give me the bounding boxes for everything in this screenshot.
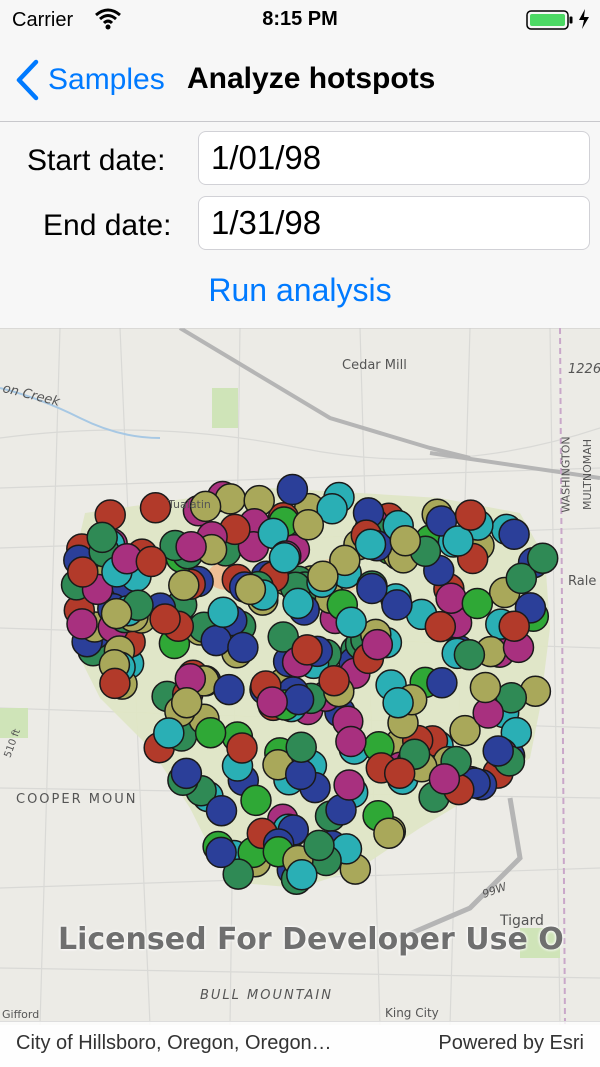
incident-point — [373, 817, 405, 849]
incident-point — [389, 525, 422, 557]
incident-point — [335, 725, 367, 758]
navigation-bar: Samples Analyze hotspots — [0, 40, 600, 122]
map-label-rale: Rale — [568, 574, 597, 589]
incident-point — [86, 521, 118, 554]
charging-icon — [578, 9, 590, 34]
incident-point — [227, 631, 259, 664]
incident-point — [469, 671, 502, 704]
incident-point — [170, 757, 203, 790]
incident-point — [256, 686, 288, 718]
incident-point — [435, 582, 467, 614]
map-label-tualatin: Tualatin — [168, 498, 211, 511]
incident-point — [282, 587, 314, 620]
battery-icon — [526, 10, 574, 35]
incident-point — [99, 667, 131, 700]
incident-point — [168, 569, 200, 602]
incident-point — [67, 556, 99, 588]
date-range-form: Start date: End date: Run analysis — [0, 122, 600, 328]
incident-point — [356, 572, 388, 605]
map-view[interactable]: Cedar Mill on Creek Tualatin WASHINGTON … — [0, 328, 600, 1025]
incident-point — [286, 859, 318, 891]
incident-point — [454, 499, 487, 531]
incident-point — [526, 542, 559, 574]
incident-point — [100, 597, 133, 630]
incident-point — [424, 610, 457, 643]
incident-point — [175, 531, 207, 563]
back-button[interactable]: Samples — [14, 58, 165, 102]
incident-point — [139, 492, 172, 524]
incident-point — [284, 758, 317, 791]
map-attribution[interactable]: City of Hillsboro, Oregon, Oregon… — [16, 1032, 332, 1055]
incident-point — [194, 716, 227, 749]
start-date-label: Start date: — [27, 144, 166, 177]
incident-point — [361, 628, 394, 661]
map-label-washington: WASHINGTON — [559, 436, 573, 513]
incident-point — [292, 509, 325, 541]
incident-point — [382, 686, 414, 719]
map-label-cooper-mountain: COOPER MOUN — [16, 792, 138, 807]
incident-point — [285, 731, 317, 763]
incident-point — [335, 606, 367, 639]
incident-point — [149, 603, 181, 635]
incident-point — [318, 664, 350, 697]
incident-point — [333, 769, 365, 801]
incident-point — [213, 673, 245, 706]
status-bar: Carrier 8:15 PM — [0, 0, 600, 40]
incident-point — [383, 757, 416, 790]
map-label-gifford: Gifford — [2, 1008, 40, 1021]
incident-point — [291, 634, 323, 666]
back-button-label: Samples — [48, 63, 165, 96]
map-label-multnomah: MULTNOMAH — [581, 438, 595, 511]
incident-point — [66, 608, 98, 640]
incident-point — [428, 763, 461, 795]
incident-point — [200, 624, 232, 657]
developer-watermark: Licensed For Developer Use O — [58, 922, 564, 957]
incident-point — [240, 784, 272, 817]
run-analysis-button[interactable]: Run analysis — [0, 272, 600, 309]
incident-point — [135, 545, 168, 578]
incident-point — [354, 528, 387, 561]
chevron-left-icon — [16, 59, 39, 101]
incident-point — [226, 732, 258, 764]
incident-point — [498, 610, 530, 642]
incident-point — [426, 667, 458, 699]
incident-point — [205, 836, 237, 869]
incident-point — [303, 829, 335, 862]
page-title: Analyze hotspots — [187, 62, 436, 95]
map-label-bull-mountain: BULL MOUNTAIN — [200, 988, 333, 1003]
incident-point — [207, 596, 239, 629]
incident-point — [205, 794, 238, 827]
incident-point — [498, 518, 530, 551]
powered-by-esri: Powered by Esri — [438, 1032, 584, 1054]
map-label-king-city: King City — [385, 1006, 439, 1020]
map-label-cedar-mill: Cedar Mill — [342, 358, 407, 373]
incident-point — [170, 686, 203, 719]
start-date-field[interactable] — [198, 131, 590, 185]
end-date-label: End date: — [43, 209, 172, 242]
map-label-1226: 1226 — [568, 362, 600, 377]
incident-point — [234, 573, 267, 606]
incident-point — [268, 542, 301, 574]
attribution-bar: City of Hillsboro, Oregon, Oregon… Power… — [0, 1021, 600, 1067]
incident-point — [276, 473, 309, 506]
end-date-field[interactable] — [198, 196, 590, 250]
incident-point — [153, 717, 185, 749]
incident-point — [461, 587, 494, 620]
incident-point — [453, 638, 486, 671]
incident-point — [482, 735, 514, 767]
clock: 8:15 PM — [262, 8, 338, 30]
incident-point — [307, 560, 339, 593]
incident-point — [282, 683, 315, 716]
